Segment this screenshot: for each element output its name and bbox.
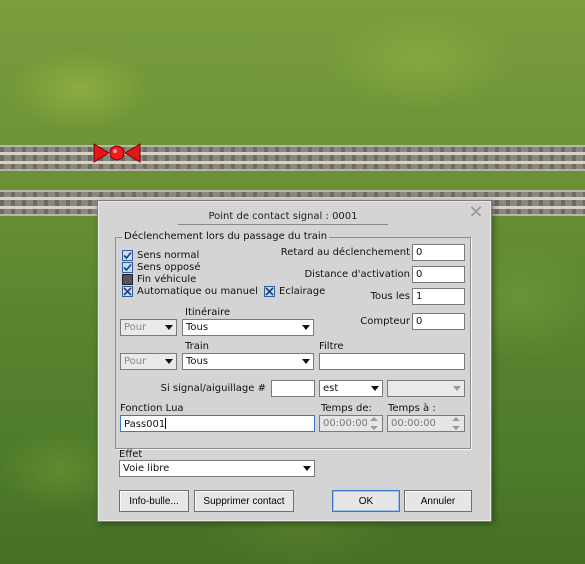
lua-function-input[interactable]: Pass001 bbox=[120, 415, 315, 432]
itineraire-value: Tous bbox=[186, 322, 209, 333]
chevron-down-icon bbox=[449, 381, 464, 396]
dialog-titlebar: Point de contact signal : 0001 ✕ bbox=[98, 201, 491, 229]
eclairage-label: Eclairage bbox=[279, 286, 326, 297]
effet-value: Voie libre bbox=[123, 463, 170, 474]
tous-les-input[interactable]: 1 bbox=[412, 288, 465, 305]
ok-button[interactable]: OK bbox=[332, 490, 400, 512]
temps-a-value: 00:00:00 bbox=[391, 418, 436, 429]
trigger-group: Déclenchement lors du passage du train S… bbox=[115, 231, 471, 449]
checkmark-icon bbox=[122, 250, 133, 261]
itineraire-label: Itinéraire bbox=[185, 307, 231, 318]
train-mode-select[interactable]: Pour bbox=[120, 353, 177, 370]
itineraire-mode-value: Pour bbox=[124, 322, 147, 333]
itineraire-select[interactable]: Tous bbox=[182, 319, 314, 336]
train-label: Train bbox=[185, 341, 209, 352]
chevron-down-icon bbox=[161, 320, 176, 335]
contact-point-signal-icon[interactable] bbox=[92, 141, 142, 165]
info-bulle-button[interactable]: Info-bulle... bbox=[119, 490, 189, 512]
text-cursor bbox=[165, 418, 167, 429]
spin-arrows-icon bbox=[367, 417, 381, 430]
temps-de-label: Temps de: bbox=[321, 403, 372, 414]
sens-oppose-checkbox[interactable]: Sens opposé bbox=[122, 262, 201, 273]
train-mode-value: Pour bbox=[124, 356, 147, 367]
trigger-group-legend: Déclenchement lors du passage du train bbox=[122, 231, 330, 242]
spin-arrows-icon bbox=[449, 417, 463, 430]
title-underline bbox=[178, 224, 388, 225]
effet-label: Effet bbox=[119, 449, 143, 460]
chevron-down-icon bbox=[299, 461, 314, 476]
filtre-label: Filtre bbox=[319, 341, 344, 352]
contact-point-dialog: Point de contact signal : 0001 ✕ Déclenc… bbox=[97, 200, 492, 522]
temps-a-spinner[interactable]: 00:00:00 bbox=[387, 415, 465, 432]
sens-oppose-label: Sens opposé bbox=[137, 262, 201, 273]
compteur-input[interactable]: 0 bbox=[412, 313, 465, 330]
distance-input[interactable]: 0 bbox=[412, 266, 465, 283]
signal-state-select[interactable] bbox=[387, 380, 465, 397]
chevron-down-icon bbox=[367, 381, 382, 396]
chevron-down-icon bbox=[298, 354, 313, 369]
close-icon[interactable]: ✕ bbox=[467, 204, 485, 223]
effet-select[interactable]: Voie libre bbox=[119, 460, 315, 477]
unchecked-box-icon bbox=[122, 274, 133, 285]
eclairage-checkbox[interactable]: Eclairage bbox=[264, 286, 325, 297]
cross-check-icon bbox=[122, 286, 133, 297]
signal-operator-select[interactable]: est bbox=[319, 380, 383, 397]
dialog-title: Point de contact signal : 0001 bbox=[208, 211, 358, 222]
lua-function-value: Pass001 bbox=[124, 419, 166, 430]
train-value: Tous bbox=[186, 356, 209, 367]
cancel-button[interactable]: Annuler bbox=[404, 490, 472, 512]
checkmark-icon bbox=[122, 262, 133, 273]
signal-label: Si signal/aiguillage # bbox=[160, 383, 266, 394]
sens-normal-checkbox[interactable]: Sens normal bbox=[122, 250, 199, 261]
compteur-label: Compteur bbox=[360, 316, 410, 327]
chevron-down-icon bbox=[161, 354, 176, 369]
lua-label: Fonction Lua bbox=[120, 403, 184, 414]
retard-label: Retard au déclenchement bbox=[280, 247, 410, 258]
temps-a-label: Temps à : bbox=[388, 403, 436, 414]
fin-vehicule-label: Fin véhicule bbox=[137, 274, 197, 285]
railway-track-upper bbox=[0, 145, 585, 171]
auto-manuel-checkbox[interactable]: Automatique ou manuel bbox=[122, 286, 258, 297]
itineraire-mode-select[interactable]: Pour bbox=[120, 319, 177, 336]
signal-number-input[interactable] bbox=[271, 380, 315, 397]
train-select[interactable]: Tous bbox=[182, 353, 314, 370]
delete-contact-button[interactable]: Supprimer contact bbox=[194, 490, 294, 512]
retard-input[interactable]: 0 bbox=[412, 244, 465, 261]
auto-manuel-label: Automatique ou manuel bbox=[137, 286, 258, 297]
chevron-down-icon bbox=[298, 320, 313, 335]
temps-de-value: 00:00:00 bbox=[323, 418, 368, 429]
distance-label: Distance d'activation bbox=[304, 269, 410, 280]
fin-vehicule-checkbox[interactable]: Fin véhicule bbox=[122, 274, 196, 285]
tous-les-label: Tous les bbox=[370, 291, 410, 302]
signal-operator-value: est bbox=[323, 383, 339, 394]
filtre-input[interactable] bbox=[319, 353, 465, 370]
sens-normal-label: Sens normal bbox=[137, 250, 200, 261]
cross-check-icon bbox=[264, 286, 275, 297]
temps-de-spinner[interactable]: 00:00:00 bbox=[319, 415, 383, 432]
